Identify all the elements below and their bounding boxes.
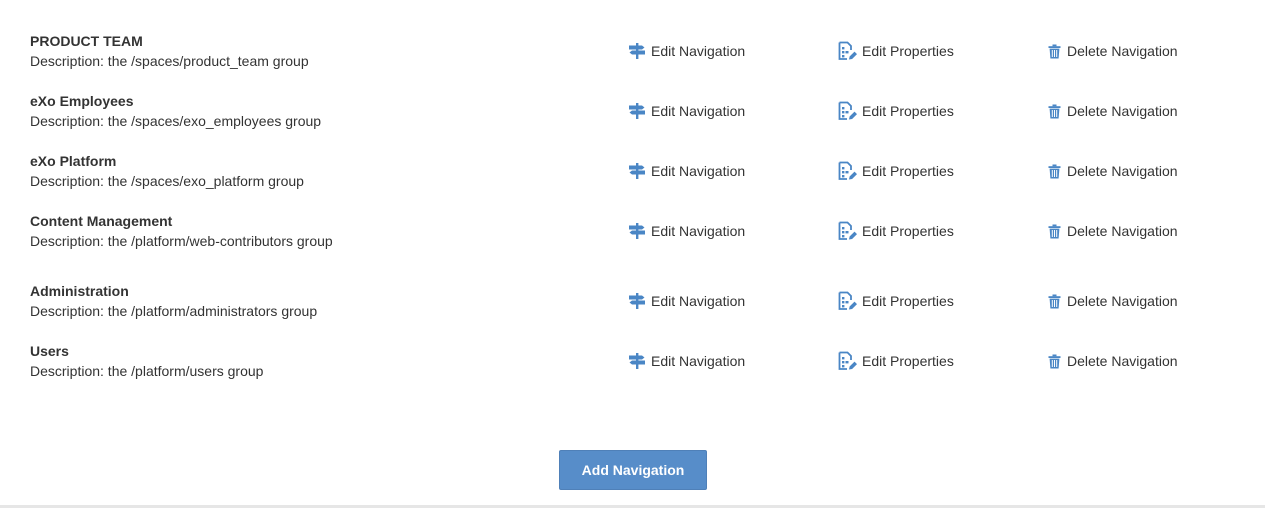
edit-navigation-link[interactable]: Edit Navigation — [628, 219, 745, 243]
group-name: Users — [30, 343, 69, 359]
group-description: Description: the /spaces/exo_platform gr… — [30, 173, 304, 189]
trash-icon — [1048, 294, 1061, 309]
group-row-users: Users Description: the /platform/users g… — [0, 342, 1265, 386]
trash-icon — [1048, 164, 1061, 179]
group-description: Description: the /spaces/product_team gr… — [30, 53, 309, 69]
edit-navigation-link[interactable]: Edit Navigation — [628, 349, 745, 373]
group-description: Description: the /platform/users group — [30, 363, 264, 379]
group-row-administration: Administration Description: the /platfor… — [0, 282, 1265, 326]
delete-navigation-link[interactable]: Delete Navigation — [1048, 99, 1178, 123]
trash-icon — [1048, 44, 1061, 59]
edit-navigation-label: Edit Navigation — [651, 353, 746, 369]
delete-navigation-label: Delete Navigation — [1067, 43, 1178, 59]
group-row-product-team: PRODUCT TEAM Description: the /spaces/pr… — [0, 32, 1265, 76]
signpost-icon — [628, 222, 646, 240]
edit-navigation-label: Edit Navigation — [651, 43, 746, 59]
edit-properties-icon — [838, 291, 858, 311]
add-navigation-button[interactable]: Add Navigation — [559, 450, 707, 490]
edit-properties-link[interactable]: Edit Properties — [838, 349, 954, 373]
edit-properties-link[interactable]: Edit Properties — [838, 219, 954, 243]
signpost-icon — [628, 102, 646, 120]
delete-navigation-label: Delete Navigation — [1067, 103, 1178, 119]
edit-properties-icon — [838, 41, 858, 61]
edit-properties-icon — [838, 101, 858, 121]
delete-navigation-link[interactable]: Delete Navigation — [1048, 289, 1178, 313]
edit-navigation-label: Edit Navigation — [651, 293, 746, 309]
group-name: PRODUCT TEAM — [30, 33, 143, 49]
delete-navigation-link[interactable]: Delete Navigation — [1048, 159, 1178, 183]
group-description: Description: the /platform/web-contribut… — [30, 233, 333, 249]
trash-icon — [1048, 224, 1061, 239]
edit-navigation-link[interactable]: Edit Navigation — [628, 289, 745, 313]
trash-icon — [1048, 354, 1061, 369]
group-description: Description: the /platform/administrator… — [30, 303, 318, 319]
delete-navigation-link[interactable]: Delete Navigation — [1048, 39, 1178, 63]
edit-properties-link[interactable]: Edit Properties — [838, 39, 954, 63]
group-row-exo-employees: eXo Employees Description: the /spaces/e… — [0, 92, 1265, 136]
edit-navigation-link[interactable]: Edit Navigation — [628, 99, 745, 123]
edit-navigation-link[interactable]: Edit Navigation — [628, 159, 745, 183]
edit-properties-label: Edit Properties — [862, 353, 954, 369]
edit-properties-icon — [838, 161, 858, 181]
delete-navigation-label: Delete Navigation — [1067, 163, 1178, 179]
edit-properties-label: Edit Properties — [862, 163, 954, 179]
signpost-icon — [628, 352, 646, 370]
edit-properties-icon — [838, 351, 858, 371]
edit-navigation-link[interactable]: Edit Navigation — [628, 39, 745, 63]
edit-properties-link[interactable]: Edit Properties — [838, 99, 954, 123]
signpost-icon — [628, 292, 646, 310]
edit-navigation-label: Edit Navigation — [651, 103, 746, 119]
group-name: Administration — [30, 283, 129, 299]
edit-properties-label: Edit Properties — [862, 43, 954, 59]
signpost-icon — [628, 162, 646, 180]
group-name: Content Management — [30, 213, 173, 229]
edit-properties-link[interactable]: Edit Properties — [838, 159, 954, 183]
edit-properties-label: Edit Properties — [862, 223, 954, 239]
edit-navigation-label: Edit Navigation — [651, 163, 746, 179]
group-row-content-management: Content Management Description: the /pla… — [0, 212, 1265, 256]
delete-navigation-label: Delete Navigation — [1067, 293, 1178, 309]
edit-properties-label: Edit Properties — [862, 103, 954, 119]
delete-navigation-link[interactable]: Delete Navigation — [1048, 349, 1178, 373]
delete-navigation-link[interactable]: Delete Navigation — [1048, 219, 1178, 243]
group-description: Description: the /spaces/exo_employees g… — [30, 113, 322, 129]
edit-properties-icon — [838, 221, 858, 241]
signpost-icon — [628, 42, 646, 60]
group-name: eXo Platform — [30, 153, 117, 169]
edit-navigation-label: Edit Navigation — [651, 223, 746, 239]
trash-icon — [1048, 104, 1061, 119]
delete-navigation-label: Delete Navigation — [1067, 353, 1178, 369]
edit-properties-link[interactable]: Edit Properties — [838, 289, 954, 313]
group-row-exo-platform: eXo Platform Description: the /spaces/ex… — [0, 152, 1265, 196]
edit-properties-label: Edit Properties — [862, 293, 954, 309]
delete-navigation-label: Delete Navigation — [1067, 223, 1178, 239]
group-name: eXo Employees — [30, 93, 134, 109]
